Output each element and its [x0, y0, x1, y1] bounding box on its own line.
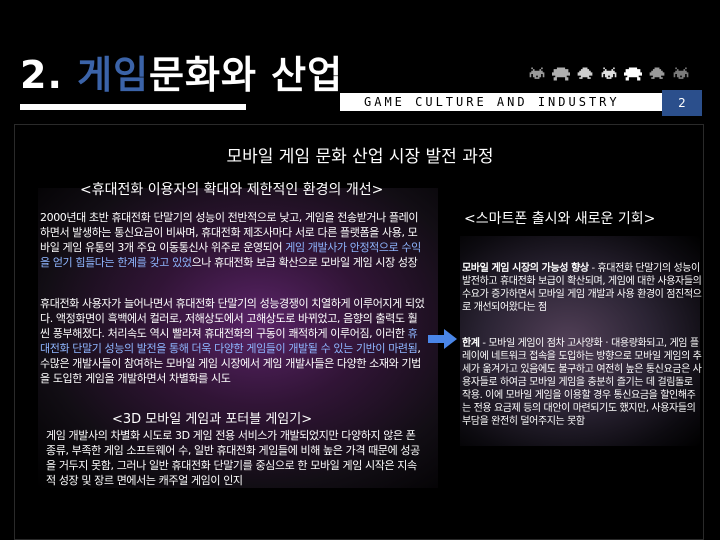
space-invader-icon: [624, 67, 642, 81]
paragraph-limitations: 한계 - 모바일 게임이 점차 고사양화ㆍ대용량화되고, 게임 플레이에 네트워…: [462, 337, 702, 428]
space-invader-icon: [552, 67, 570, 81]
arrow-right-icon: [428, 329, 457, 349]
space-invaders-decoration: [528, 66, 718, 82]
slide: 2. 게임문화와 산업 GAME CULTURE AND INDUSTRY 2 …: [0, 0, 720, 540]
title-underline: [20, 104, 246, 110]
space-invader-icon: [528, 67, 546, 81]
paragraph-market-potential: 모바일 게임 시장의 가능성 향상 - 휴대전화 단말기의 성능이 발전하고 휴…: [462, 262, 702, 314]
paragraph-early-mobile: 2000년대 초반 휴대전화 단말기의 성능이 전반적으로 낮고, 게임을 전송…: [40, 210, 425, 270]
title-number: 2.: [20, 53, 63, 97]
paragraph-device-performance: 휴대전화 사용자가 늘어나면서 휴대전화 단말기의 성능경쟁이 치열하게 이루어…: [40, 296, 425, 386]
para1-text-b: 으나 휴대전화 보급 확산으로 모바일 게임 시장 성장: [191, 256, 418, 269]
space-invader-icon: [600, 67, 618, 81]
right-heading: <스마트폰 출시와 새로운 기회>: [464, 211, 656, 227]
space-invader-icon: [648, 67, 666, 81]
subtitle-banner: GAME CULTURE AND INDUSTRY: [340, 93, 662, 111]
left-subheading: <휴대전화 이용자의 확대와 제한적인 환경의 개선>: [80, 182, 384, 198]
title-rest: 문화와 산업: [149, 53, 344, 97]
title-highlight: 게임: [77, 53, 150, 97]
main-heading: 모바일 게임 문화 산업 시장 발전 과정: [226, 147, 494, 167]
page-title: 2. 게임문화와 산업: [20, 52, 343, 98]
right-para2-text: - 모바일 게임이 점차 고사양화ㆍ대용량화되고, 게임 플레이에 네트워크 접…: [462, 338, 702, 427]
page-number-badge: 2: [662, 90, 702, 116]
subheading-3d-games: <3D 모바일 게임과 포터블 게임기>: [112, 412, 313, 427]
space-invader-icon: [576, 67, 594, 81]
right-para2-bold: 한계: [462, 338, 480, 349]
paragraph-3d-games: 게임 개발사의 차별화 시도로 3D 게임 전용 서비스가 개발되었지만 다양하…: [46, 429, 420, 487]
right-para1-bold: 모바일 게임 시장의 가능성 향상: [462, 263, 589, 274]
space-invader-icon: [672, 67, 690, 81]
para2-text-a: 휴대전화 사용자가 늘어나면서 휴대전화 단말기의 성능경쟁이 치열하게 이루어…: [40, 297, 425, 340]
